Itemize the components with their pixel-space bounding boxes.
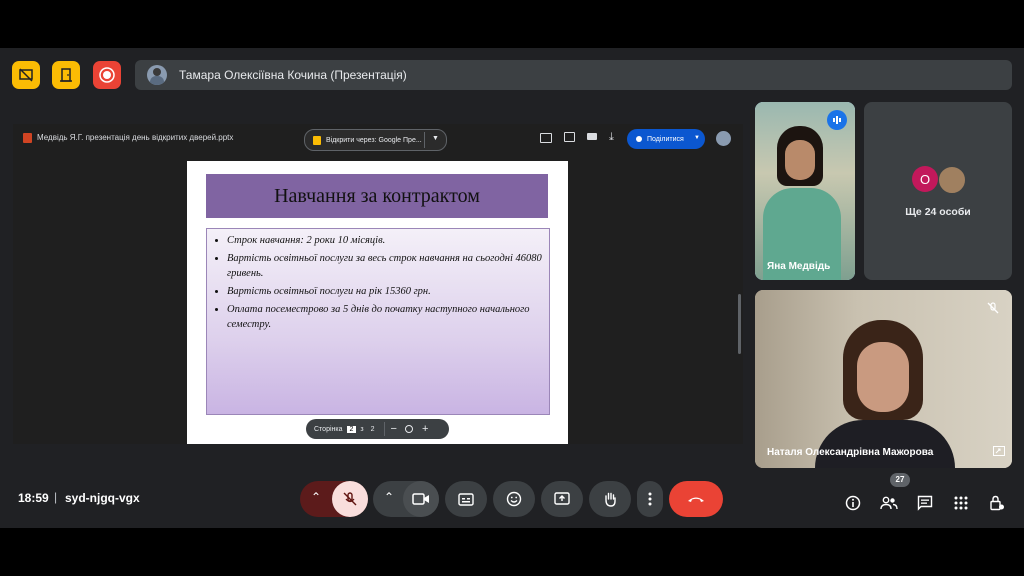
record-icon [99, 67, 115, 83]
participant-tile[interactable]: Наталя Олександрівна Мажорова [755, 290, 1012, 468]
slide-bullet: Строк навчання: 2 роки 10 місяців. [227, 233, 543, 248]
lock-person-icon [990, 495, 1004, 511]
present-screen-button[interactable] [541, 481, 583, 517]
more-vert-icon [648, 492, 652, 506]
end-call-icon [688, 497, 704, 502]
chat-button[interactable] [914, 492, 936, 514]
mic-off-icon [343, 492, 357, 506]
open-with-divider [424, 132, 425, 148]
print-icon[interactable] [587, 133, 597, 140]
audio-options-chevron-icon[interactable]: ⌃ [311, 490, 321, 504]
page-total: 2 [370, 425, 375, 433]
audio-control-group: ⌃ [300, 481, 368, 517]
person-face [857, 342, 909, 412]
add-to-drive-icon[interactable] [540, 133, 552, 143]
avatar [938, 166, 966, 194]
audio-wave-icon [833, 116, 841, 124]
slide-bullet: Вартість освітньої послуги на рік 15360 … [227, 284, 543, 299]
avatar: O [912, 166, 938, 192]
scrollbar[interactable] [738, 294, 741, 354]
emoji-icon [506, 491, 522, 507]
page-of-label: з [360, 425, 364, 433]
mic-off-icon [987, 302, 999, 314]
recording-button[interactable] [93, 61, 121, 89]
share-dropdown-icon: ▼ [694, 135, 700, 141]
more-options-button[interactable] [637, 481, 663, 517]
mic-toggle-button[interactable] [332, 481, 368, 517]
apps-grid-icon [954, 496, 968, 510]
meeting-code: syd-njgq-vgx [65, 491, 140, 505]
add-comment-icon[interactable] [564, 132, 575, 142]
slide-bullet: Оплата посеместрово за 5 днів до початку… [227, 302, 543, 332]
chat-icon [917, 495, 933, 511]
more-participants-tile[interactable]: O Ще 24 особи [864, 102, 1012, 280]
presentation-viewer: Медвідь Я.Г. презентація день відкритих … [13, 124, 743, 444]
people-icon [880, 496, 898, 510]
meet-window: Тамара Олексіївна Кочина (Презентація) М… [0, 48, 1024, 528]
speaking-indicator [827, 110, 847, 130]
video-control-group: ⌃ [373, 481, 439, 517]
reactions-button[interactable] [493, 481, 535, 517]
dropdown-arrow-icon[interactable]: ▼ [432, 135, 439, 142]
screen-share-off-icon [19, 68, 33, 82]
slide-title: Навчання за контрактом [206, 174, 548, 218]
presenter-name: Тамара Олексіївна Кочина (Презентація) [179, 68, 407, 82]
file-title: Медвідь Я.Г. презентація день відкритих … [37, 133, 234, 142]
camera-icon [412, 493, 429, 505]
slide: Навчання за контрактом Строк навчання: 2… [187, 161, 568, 444]
meeting-time: 18:59 [18, 491, 49, 505]
people-icon [636, 136, 642, 142]
slides-icon [313, 135, 321, 145]
leave-call-button[interactable] [669, 481, 723, 517]
pin-tile-icon[interactable] [993, 446, 1005, 456]
zoom-out-icon[interactable]: − [391, 423, 397, 435]
people-button[interactable] [878, 492, 900, 514]
account-avatar[interactable] [716, 131, 731, 146]
captions-button[interactable] [445, 481, 487, 517]
raise-hand-button[interactable] [589, 481, 631, 517]
hand-icon [605, 492, 616, 507]
pager-divider [383, 422, 385, 436]
download-icon[interactable]: ⤓ [609, 131, 614, 144]
bottom-bar: 18:59 | syd-njgq-vgx ⌃ ⌃ 27 [0, 473, 1024, 528]
camera-toggle-button[interactable] [403, 481, 439, 517]
host-controls-button[interactable] [986, 492, 1008, 514]
participant-name: Яна Медвідь [767, 261, 831, 272]
people-count-badge: 27 [890, 473, 910, 487]
video-options-chevron-icon[interactable]: ⌃ [384, 490, 394, 504]
open-with-label: Відкрити через: Google Пре... [326, 136, 422, 144]
activities-button[interactable] [950, 492, 972, 514]
meeting-details-button[interactable] [842, 492, 864, 514]
participant-name: Наталя Олександрівна Мажорова [767, 447, 934, 458]
page-navigator: Сторінка 2 з 2 − + [306, 419, 449, 439]
separator: | [54, 490, 58, 504]
host-controls-button[interactable] [12, 61, 40, 89]
breakout-rooms-button[interactable] [52, 61, 80, 89]
door-icon [60, 68, 72, 82]
present-icon [554, 492, 570, 505]
viewer-toolbar: Медвідь Я.Г. презентація день відкритих … [13, 124, 743, 154]
share-label: Поділитися [647, 135, 684, 143]
slide-body: Строк навчання: 2 роки 10 місяців. Варті… [206, 228, 550, 415]
captions-icon [458, 492, 474, 506]
presenter-avatar [147, 65, 167, 85]
pptx-file-icon [23, 133, 32, 143]
zoom-icon[interactable] [404, 425, 413, 433]
share-button[interactable]: Поділитися ▼ [627, 129, 705, 149]
zoom-in-icon[interactable]: + [422, 423, 428, 435]
slide-bullet: Вартість освітньої послуги за весь строк… [227, 251, 543, 281]
page-number-input[interactable]: 2 [346, 425, 357, 433]
participant-tile-active[interactable]: Яна Медвідь [755, 102, 855, 280]
page-label: Сторінка [314, 425, 343, 433]
info-icon [845, 495, 861, 511]
open-with-button[interactable]: Відкрити через: Google Пре... ▼ [304, 129, 447, 151]
more-participants-label: Ще 24 особи [905, 206, 971, 218]
presenter-bar: Тамара Олексіївна Кочина (Презентація) [135, 60, 1012, 90]
person-face [785, 140, 815, 180]
